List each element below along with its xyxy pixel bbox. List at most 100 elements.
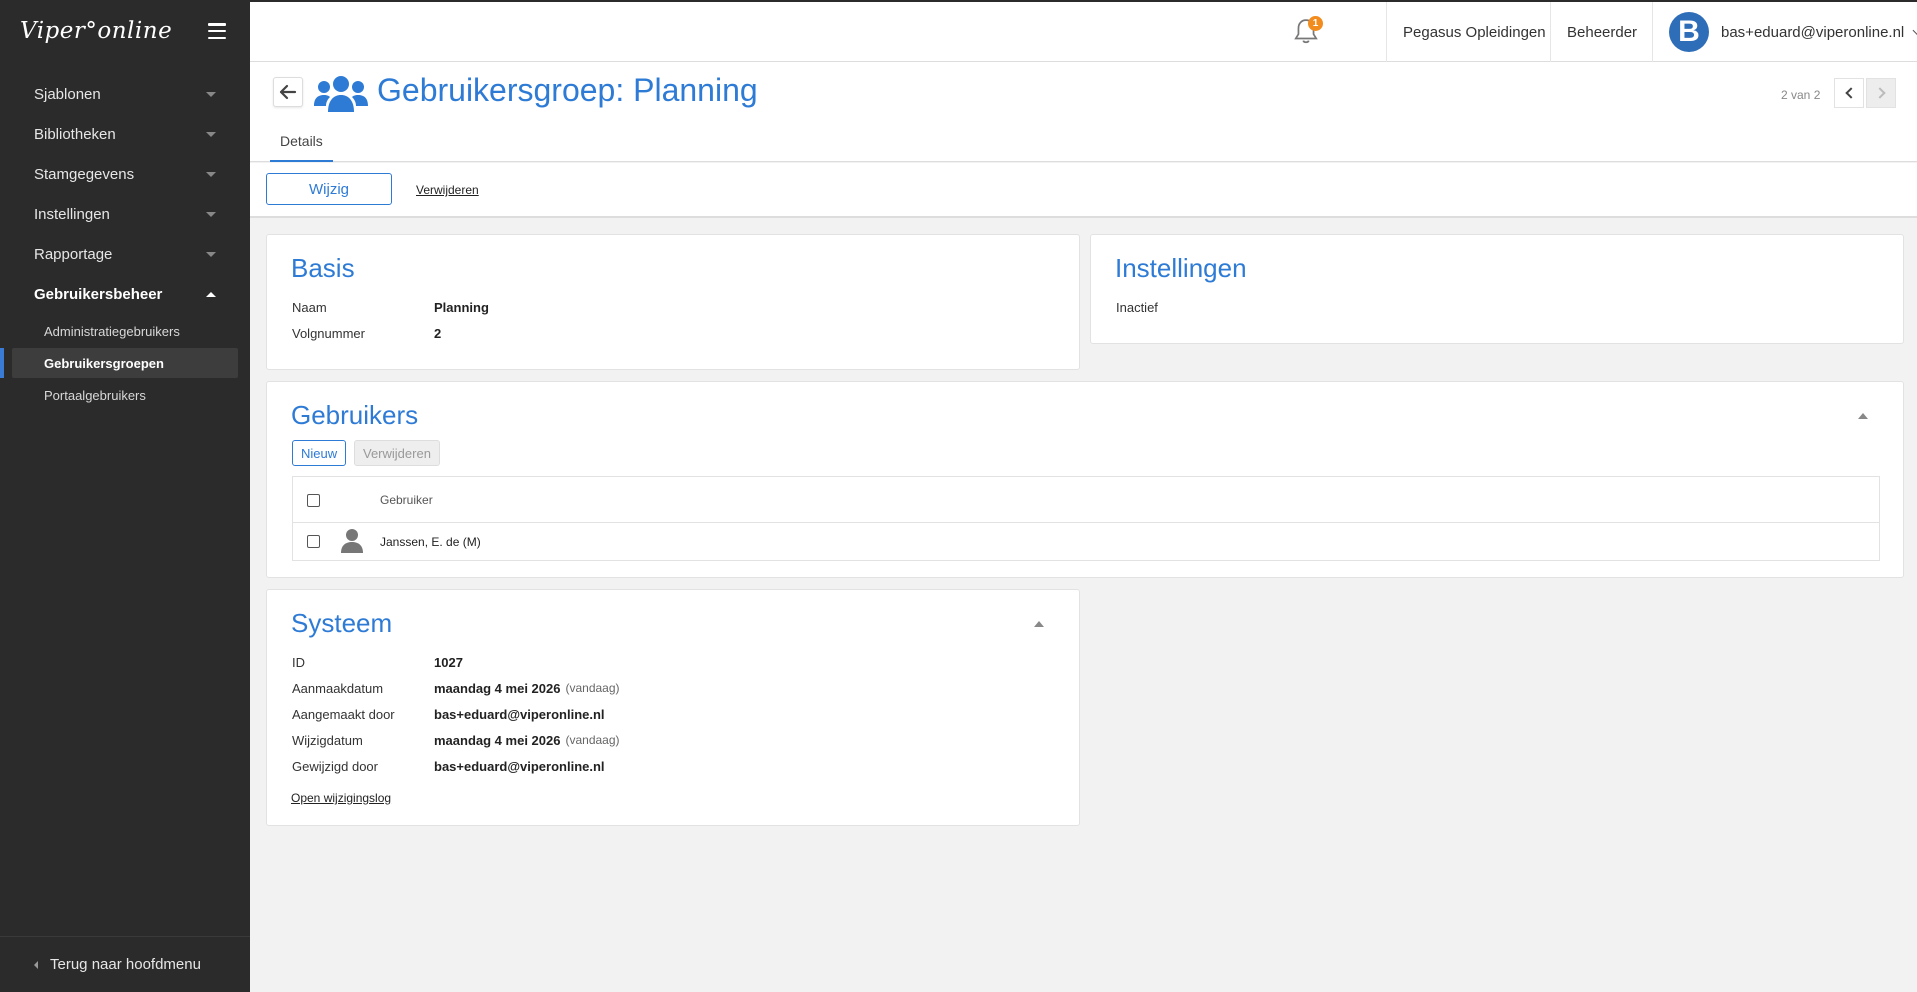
- instellingen-title: Instellingen: [1115, 253, 1247, 283]
- sidebar-nav: Sjablonen Bibliotheken Stamgegevens Inst…: [0, 74, 250, 410]
- systeem-row-aanmaakdatum: Aanmaakdatum maandag 4 mei 2026 (vandaag…: [292, 681, 620, 696]
- field-value: 2: [434, 326, 442, 341]
- pager-text: 2 van 2: [1781, 88, 1821, 102]
- systeem-row-aangemaakt-door: Aangemaakt door bas+eduard@viperonline.n…: [292, 707, 605, 722]
- field-label: Aanmaakdatum: [292, 681, 384, 696]
- delete-users-button[interactable]: Verwijderen: [354, 440, 440, 466]
- avatar: B: [1669, 12, 1709, 52]
- sidebar-item-label: Instellingen: [34, 205, 110, 223]
- collapse-caret-icon[interactable]: [1858, 413, 1868, 419]
- caret-down-icon: [206, 251, 216, 257]
- back-button[interactable]: [273, 77, 303, 107]
- field-label: Aangemaakt door: [292, 707, 395, 722]
- back-to-main-menu-label: Terug naar hoofdmenu: [50, 956, 201, 973]
- basis-card: Basis Naam Planning Volgnummer 2: [266, 234, 1080, 370]
- action-bar: Wijzig Verwijderen: [250, 163, 1917, 218]
- users-table: Gebruiker Janssen, E. de (M): [292, 476, 1880, 561]
- sidebar-subitem-portaalgebruikers[interactable]: Portaalgebruikers: [12, 380, 238, 410]
- field-value: bas+eduard@viperonline.nl: [434, 759, 605, 774]
- caret-down-icon: [206, 211, 216, 217]
- organization-switcher[interactable]: Pegasus Opleidingen: [1386, 2, 1562, 62]
- instellingen-card: Instellingen Inactief: [1090, 234, 1904, 344]
- table-header: Gebruiker: [293, 477, 1879, 523]
- sidebar-item-label: Bibliotheken: [34, 125, 116, 143]
- sidebar-item-label: Rapportage: [34, 245, 113, 263]
- chevron-left-icon: [1844, 87, 1857, 99]
- page-title: Gebruikersgroep: Planning: [377, 72, 758, 108]
- organization-label: Pegasus Opleidingen: [1403, 23, 1546, 41]
- field-label: Volgnummer: [292, 326, 365, 341]
- field-value: 1027: [434, 655, 463, 670]
- user-group-icon: [314, 76, 368, 112]
- field-note: (vandaag): [565, 733, 620, 747]
- field-label: Naam: [292, 300, 327, 315]
- caret-left-icon: [34, 960, 38, 969]
- caret-down-icon: [206, 171, 216, 177]
- sidebar-item-bibliotheken[interactable]: Bibliotheken: [0, 114, 250, 154]
- caret-up-icon: [206, 291, 216, 297]
- field-label: ID: [292, 655, 305, 670]
- sidebar-item-rapportage[interactable]: Rapportage: [0, 234, 250, 274]
- page-header: Gebruikersgroep: Planning 2 van 2 Detail…: [250, 62, 1917, 162]
- role-switcher[interactable]: Beheerder: [1550, 2, 1653, 62]
- new-user-button[interactable]: Nieuw: [292, 440, 347, 466]
- user-name: Janssen, E. de (M): [380, 535, 481, 549]
- systeem-card: Systeem ID 1027 Aanmaakdatum maandag 4 m…: [266, 589, 1080, 826]
- user-icon: [341, 529, 363, 553]
- sidebar-header: Viper°online: [0, 0, 250, 62]
- field-label: Gewijzigd door: [292, 759, 378, 774]
- edit-button[interactable]: Wijzig: [266, 173, 392, 205]
- sidebar-item-gebruikersbeheer[interactable]: Gebruikersbeheer: [0, 274, 250, 314]
- select-all-checkbox[interactable]: [307, 494, 320, 507]
- sidebar-item-label: Gebruikersbeheer: [34, 285, 163, 303]
- gebruikers-title: Gebruikers: [291, 400, 419, 430]
- field-value: maandag 4 mei 2026: [434, 733, 561, 748]
- basis-row-volgnummer: Volgnummer 2: [292, 326, 441, 341]
- arrow-left-icon: [279, 84, 297, 100]
- back-to-main-menu-link[interactable]: Terug naar hoofdmenu: [0, 936, 250, 992]
- sidebar-subitem-administratiegebruikers[interactable]: Administratiegebruikers: [12, 316, 238, 346]
- chevron-right-icon: [1873, 87, 1886, 99]
- caret-down-icon: [206, 131, 216, 137]
- sidebar: Viper°online Sjablonen Bibliotheken Stam…: [0, 0, 250, 992]
- field-value: Planning: [434, 300, 489, 315]
- table-row[interactable]: Janssen, E. de (M): [293, 523, 1879, 561]
- caret-down-icon: [206, 91, 216, 97]
- basis-title: Basis: [291, 253, 355, 283]
- user-menu[interactable]: B bas+eduard@viperonline.nl: [1652, 2, 1917, 62]
- basis-row-naam: Naam Planning: [292, 300, 489, 315]
- sidebar-item-sjablonen[interactable]: Sjablonen: [0, 74, 250, 114]
- row-checkbox[interactable]: [307, 535, 320, 548]
- tab-details[interactable]: Details: [270, 133, 333, 162]
- user-email: bas+eduard@viperonline.nl: [1721, 23, 1905, 41]
- top-bar: 1 Pegasus Opleidingen Beheerder B bas+ed…: [250, 0, 1917, 62]
- notification-count-badge: 1: [1308, 16, 1323, 31]
- open-change-log-link[interactable]: Open wijzigingslog: [291, 791, 391, 805]
- previous-record-button[interactable]: [1834, 78, 1864, 108]
- field-note: (vandaag): [565, 681, 620, 695]
- field-value: bas+eduard@viperonline.nl: [434, 707, 605, 722]
- field-value: maandag 4 mei 2026: [434, 681, 561, 696]
- systeem-title: Systeem: [291, 608, 393, 638]
- column-header-gebruiker: Gebruiker: [380, 493, 433, 507]
- instellingen-row-inactief: Inactief: [1116, 300, 1258, 315]
- sidebar-subitem-gebruikersgroepen[interactable]: Gebruikersgroepen: [0, 348, 238, 378]
- field-label: Wijzigdatum: [292, 733, 363, 748]
- gebruikers-card: Gebruikers Nieuw Verwijderen Gebruiker J…: [266, 381, 1904, 578]
- notifications-button[interactable]: 1: [1293, 16, 1323, 48]
- sidebar-item-instellingen[interactable]: Instellingen: [0, 194, 250, 234]
- sidebar-item-label: Stamgegevens: [34, 165, 135, 183]
- chevron-down-icon: [1912, 25, 1917, 35]
- app-logo[interactable]: Viper°online: [20, 18, 172, 44]
- next-record-button[interactable]: [1866, 78, 1896, 108]
- systeem-row-gewijzigd-door: Gewijzigd door bas+eduard@viperonline.nl: [292, 759, 605, 774]
- role-label: Beheerder: [1567, 23, 1638, 41]
- collapse-caret-icon[interactable]: [1034, 621, 1044, 627]
- field-label: Inactief: [1116, 300, 1158, 315]
- systeem-row-id: ID 1027: [292, 655, 463, 670]
- hamburger-menu-icon[interactable]: [208, 23, 226, 39]
- delete-link[interactable]: Verwijderen: [416, 183, 479, 197]
- sidebar-item-stamgegevens[interactable]: Stamgegevens: [0, 154, 250, 194]
- systeem-row-wijzigdatum: Wijzigdatum maandag 4 mei 2026 (vandaag): [292, 733, 620, 748]
- sidebar-item-label: Sjablonen: [34, 85, 101, 103]
